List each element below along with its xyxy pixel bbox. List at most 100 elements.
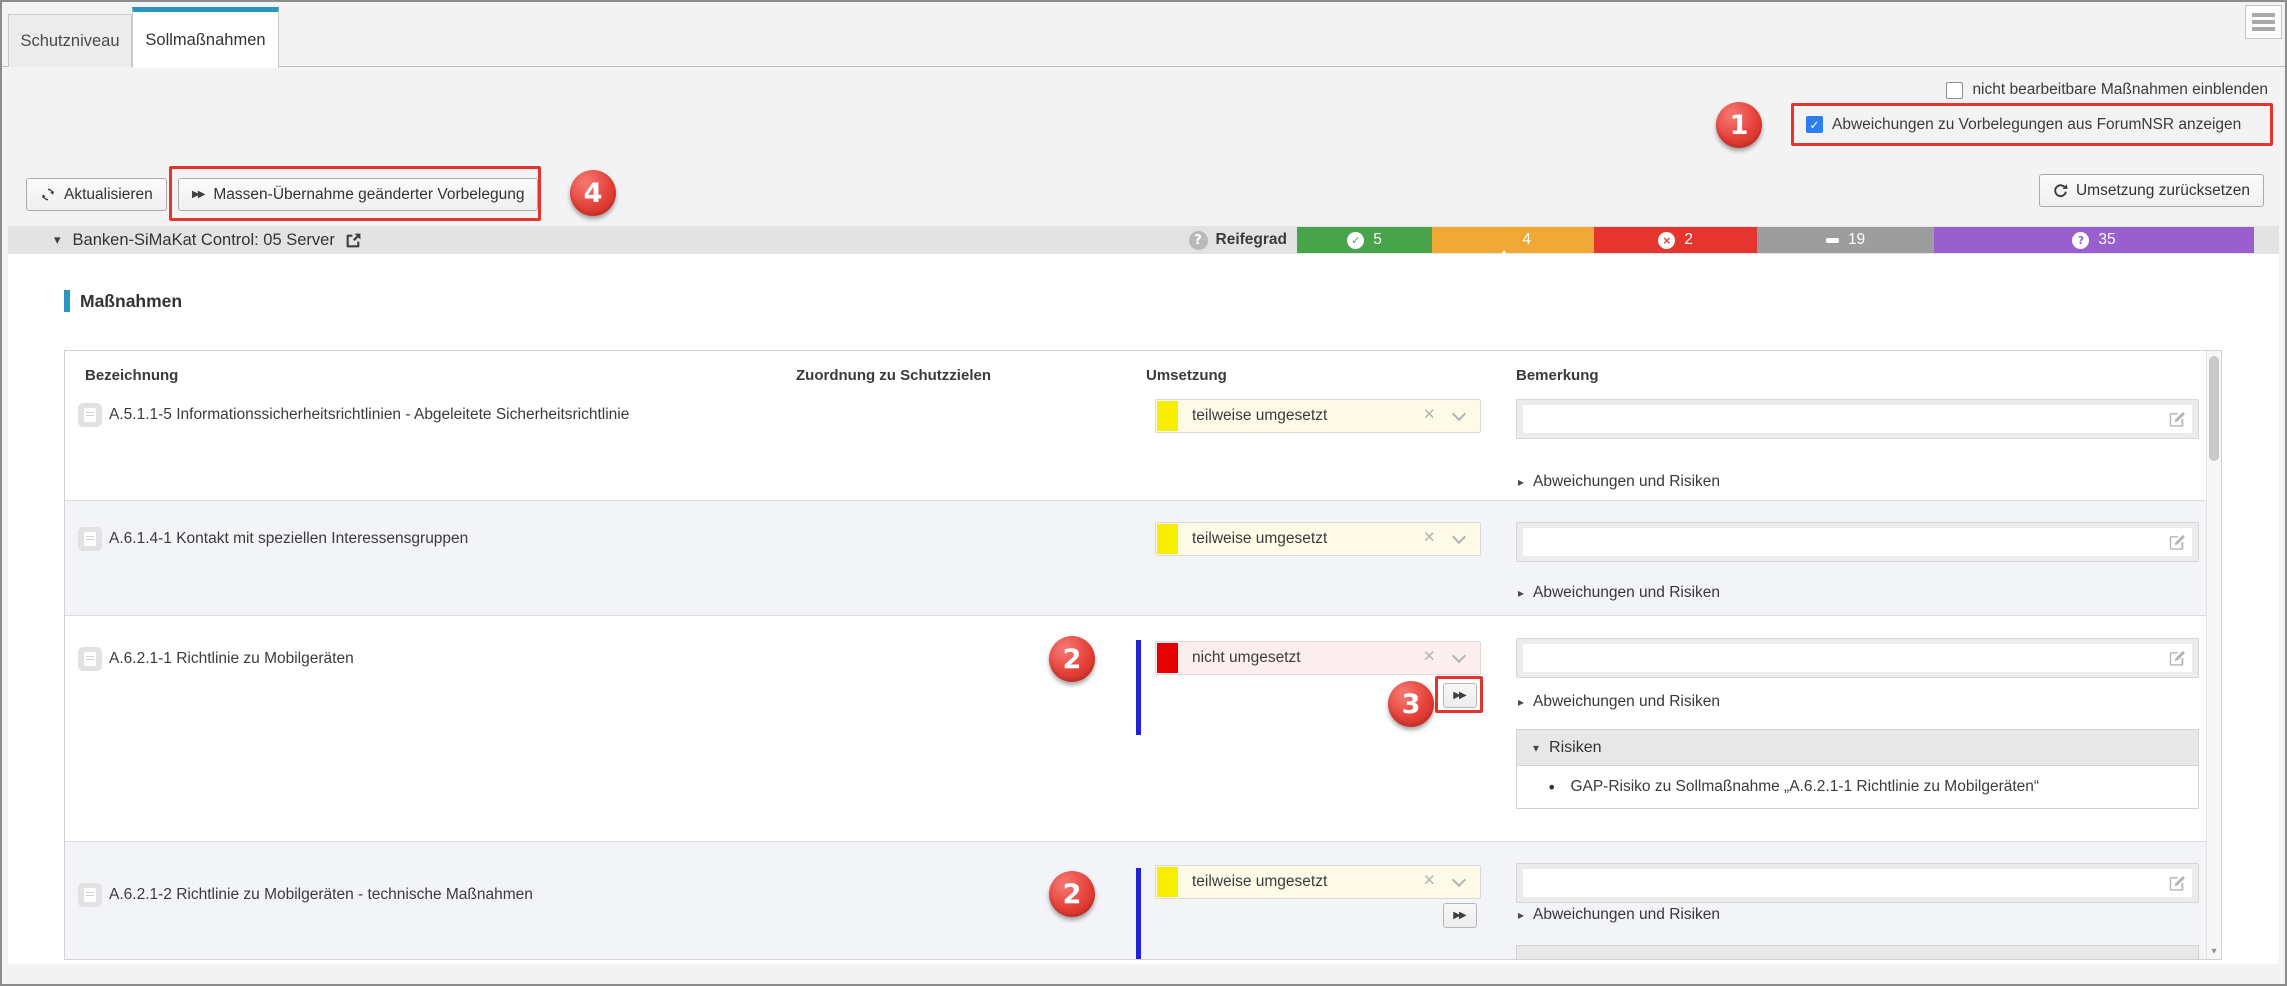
non-editable-checkbox[interactable] [1946, 82, 1963, 99]
heading-accent-bar [64, 290, 70, 312]
deviations-link[interactable]: ▸ Abweichungen und Risiken [1518, 584, 1720, 602]
column-header-schutzziele: Zuordnung zu Schutzzielen [796, 367, 991, 384]
non-editable-label: nicht bearbeitbare Maßnahmen einblenden [1972, 81, 2268, 99]
measures-table: Bezeichnung Zuordnung zu Schutzzielen Um… [64, 350, 2222, 960]
deviation-marker [1136, 868, 1141, 960]
reset-implementation-button[interactable]: Umsetzung zurücksetzen [2039, 174, 2264, 207]
collapse-closed-icon: ▸ [1518, 695, 1524, 709]
filter-non-editable: nicht bearbeitbare Maßnahmen einblenden [1946, 81, 2268, 99]
implementation-select[interactable]: teilweise umgesetzt × [1155, 522, 1481, 556]
column-header-umsetzung: Umsetzung [1146, 367, 1227, 384]
refresh-icon [40, 187, 56, 202]
badge-warning: ! 4 [1432, 227, 1594, 253]
deviations-link[interactable]: ▸ Abweichungen und Risiken [1518, 473, 1720, 491]
column-header-bezeichnung: Bezeichnung [85, 367, 178, 384]
deviations-link[interactable]: ▸ Abweichungen und Risiken [1518, 906, 1720, 924]
column-header-bemerkung: Bemerkung [1516, 367, 1599, 384]
menu-button[interactable] [2245, 5, 2282, 39]
note-icon[interactable] [78, 883, 102, 907]
risk-item: • GAP-Risiko zu Sollmaßnahme „A.6.2.1-1 … [1516, 766, 2199, 809]
tab-schutzniveau[interactable]: Schutzniveau [8, 14, 132, 67]
deviations-link[interactable]: ▸ Abweichungen und Risiken [1518, 693, 1720, 711]
measure-title: A.6.2.1-2 Richtlinie zu Mobilgeräten - t… [109, 886, 533, 904]
remark-field [1516, 638, 2199, 678]
apply-default-button[interactable]: ▶▶ [1443, 903, 1477, 928]
badge-open-count: 35 [2098, 231, 2115, 249]
collapse-closed-icon: ▸ [1518, 475, 1524, 489]
maturity-group: ? Reifegrad ✓ 5 ! 4 × 2 [1189, 227, 2255, 253]
status-color-swatch [1157, 867, 1178, 897]
warning-triangle-icon: ! [1495, 233, 1513, 248]
annotation-box-4 [169, 166, 541, 221]
risks-header[interactable]: ▾ Risiken [1516, 729, 2199, 766]
risk-item-text: GAP-Risiko zu Sollmaßnahme „A.6.2.1-1 Ri… [1570, 778, 2039, 796]
maturity-label: Reifegrad [1216, 231, 1288, 249]
remark-input[interactable] [1523, 644, 2192, 672]
forumnsr-checkbox[interactable]: ✓ [1806, 116, 1823, 133]
callout-1: 1 [1716, 102, 1762, 148]
badge-fulfilled-count: 5 [1373, 231, 1382, 249]
control-section-header: ▾ Banken-SiMaKat Control: 05 Server ? Re… [8, 226, 2279, 254]
implementation-select[interactable]: nicht umgesetzt × [1155, 641, 1481, 675]
clear-icon[interactable]: × [1423, 646, 1435, 669]
tab-sollmassnahmen[interactable]: Sollmaßnahmen [132, 7, 279, 68]
clear-icon[interactable]: × [1423, 870, 1435, 893]
collapsed-panel-stub [1516, 945, 2199, 960]
chevron-down-icon[interactable] [1452, 873, 1466, 887]
risks-panel: ▾ Risiken • GAP-Risiko zu Sollmaßnahme „… [1516, 729, 2199, 809]
implementation-select[interactable]: teilweise umgesetzt × [1155, 399, 1481, 433]
bullet-icon: • [1547, 778, 1556, 797]
check-icon: ✓ [1809, 118, 1819, 132]
edit-icon[interactable] [2168, 410, 2186, 428]
remark-field [1516, 522, 2199, 562]
remark-field [1516, 399, 2199, 439]
badge-open: ? 35 [1934, 227, 2254, 253]
reset-icon [2053, 183, 2068, 198]
tab-bar: Schutzniveau Sollmaßnahmen [2, 2, 2285, 67]
edit-icon[interactable] [2168, 649, 2186, 667]
row-separator [65, 615, 2221, 616]
remark-input[interactable] [1523, 869, 2192, 897]
status-color-swatch [1157, 524, 1178, 554]
badge-not-rated-count: 19 [1848, 231, 1865, 249]
badge-fulfilled: ✓ 5 [1297, 227, 1432, 253]
question-circle-icon: ? [2072, 232, 2089, 249]
refresh-label: Aktualisieren [64, 186, 153, 204]
clear-icon[interactable]: × [1423, 404, 1435, 427]
minus-icon [1826, 238, 1839, 243]
collapse-closed-icon: ▸ [1518, 908, 1524, 922]
callout-2: 2 [1049, 636, 1095, 682]
forumnsr-label: Abweichungen zu Vorbelegungen aus ForumN… [1832, 116, 2241, 134]
app-window: Schutzniveau Sollmaßnahmen nicht bearbei… [0, 0, 2287, 986]
fast-forward-icon: ▶▶ [1453, 910, 1464, 921]
note-icon[interactable] [78, 527, 102, 551]
collapse-caret-icon[interactable]: ▾ [54, 233, 61, 248]
external-link-icon[interactable] [345, 232, 362, 249]
remark-input[interactable] [1523, 405, 2192, 433]
note-icon[interactable] [78, 403, 102, 427]
scrollbar-thumb[interactable] [2209, 356, 2219, 461]
clear-icon[interactable]: × [1423, 527, 1435, 550]
edit-icon[interactable] [2168, 874, 2186, 892]
measures-heading: Maßnahmen [64, 290, 182, 312]
chevron-down-icon[interactable] [1452, 649, 1466, 663]
row-separator [65, 500, 2221, 501]
edit-icon[interactable] [2168, 533, 2186, 551]
chevron-down-icon[interactable] [1452, 407, 1466, 421]
badge-failed-count: 2 [1684, 231, 1693, 249]
refresh-button[interactable]: Aktualisieren [26, 178, 167, 211]
note-icon[interactable] [78, 647, 102, 671]
implementation-select[interactable]: teilweise umgesetzt × [1155, 865, 1481, 899]
hamburger-icon [2252, 13, 2275, 17]
callout-3: 3 [1388, 681, 1434, 727]
badge-not-rated: 19 [1757, 227, 1934, 253]
collapse-closed-icon: ▸ [1518, 586, 1524, 600]
remark-input[interactable] [1523, 528, 2192, 556]
badge-warning-count: 4 [1522, 231, 1531, 249]
measures-panel: Maßnahmen Bezeichnung Zuordnung zu Schut… [8, 254, 2279, 964]
chevron-down-icon[interactable] [1452, 530, 1466, 544]
annotation-box-3 [1435, 676, 1483, 713]
scroll-down-icon[interactable]: ▾ [2207, 946, 2221, 957]
callout-4: 4 [570, 170, 616, 216]
row-separator [65, 841, 2221, 842]
